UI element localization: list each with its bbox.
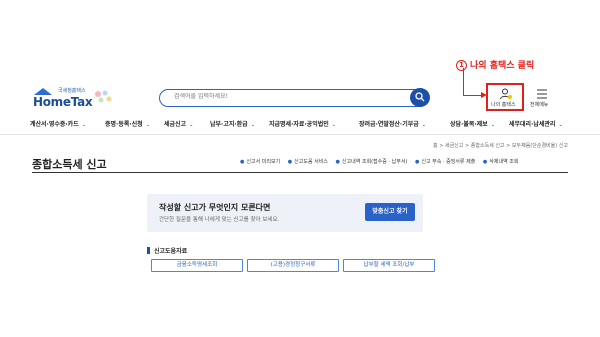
- resources-title: 신고도움자료: [147, 246, 187, 255]
- nav-item-label: 장려금·연말정산·기부금: [359, 121, 419, 128]
- nav-item-tax-agent[interactable]: 세무대리·납세관리 ⌄: [509, 119, 563, 128]
- logo-roof-icon: [34, 88, 52, 95]
- quick-link-submit-documents[interactable]: 신고 부속 · 증빙서류 제출: [415, 158, 475, 165]
- chevron-down-icon: ⌄: [250, 122, 255, 128]
- all-menu-label: 전체메뉴: [530, 102, 549, 108]
- nav-item-label: 증명·등록·신청: [105, 121, 143, 128]
- nav-item-consulting[interactable]: 상담·불복·제보 ⌄: [450, 119, 495, 128]
- quick-link-deleted-history[interactable]: 삭제내역 조회: [483, 158, 518, 165]
- chevron-down-icon: ⌄: [421, 122, 426, 128]
- nav-item-tax-filing[interactable]: 세금신고 ⌄: [164, 119, 193, 128]
- page-title: 종합소득세 신고: [32, 158, 107, 171]
- nav-item-statements[interactable]: 지급명세·자료·공익법인 ⌄: [269, 119, 336, 128]
- chevron-down-icon: ⌄: [558, 122, 563, 128]
- nav-item-label: 계산서·영수증·카드: [30, 121, 79, 128]
- global-nav: 계산서·영수증·카드 ⌄ 증명·등록·신청 ⌄ 세금신고 ⌄ 납부·고지·환급 ⌄ 지급…: [30, 119, 570, 131]
- logo[interactable]: HomeTax: [33, 95, 93, 109]
- guide-subtext: 간단한 질문을 통해 나에게 맞는 신고를 찾아 보세요.: [159, 217, 280, 223]
- nav-item-year-end[interactable]: 장려금·연말정산·기부금 ⌄: [359, 119, 426, 128]
- all-menu-button[interactable]: 전체메뉴: [529, 86, 555, 110]
- nav-item-label: 세금신고: [164, 121, 187, 128]
- guide-heading: 작성할 신고가 무엇인지 모른다면: [159, 203, 271, 212]
- breadcrumb[interactable]: 홈 > 세금신고 > 종합소득세 신고 > 모두채움(단순경비율) 신고: [433, 142, 568, 149]
- filing-guide-box: 작성할 신고가 무엇인지 모른다면 간단한 질문을 통해 나에게 맞는 신고를 …: [147, 194, 423, 232]
- chevron-down-icon: ⌄: [189, 122, 194, 128]
- find-custom-filing-button[interactable]: 맞춤신고 찾기: [365, 203, 415, 221]
- nav-item-label: 지급명세·자료·공익법인: [269, 121, 329, 128]
- my-hometax-button[interactable]: 나의 홈택스: [489, 86, 523, 110]
- logo-decoration-icon: [95, 90, 112, 103]
- nav-item-label: 세무대리·납세관리: [509, 121, 556, 128]
- chevron-down-icon: ⌄: [490, 122, 495, 128]
- nav-item-label: 납부·고지·환급: [210, 121, 248, 128]
- annotation-line-vertical: [463, 68, 464, 95]
- my-hometax-label: 나의 홈택스: [491, 102, 516, 108]
- annotation-text: 나의 홈택스 클릭: [470, 61, 535, 71]
- user-icon: [500, 88, 512, 100]
- annotation-label: 1 나의 홈택스 클릭: [456, 58, 534, 71]
- nav-item-payment[interactable]: 납부·고지·환급 ⌄: [210, 119, 255, 128]
- financial-income-lookup-button[interactable]: 금융소득명세조회: [151, 259, 243, 272]
- title-divider: [32, 172, 568, 173]
- tax-payment-lookup-button[interactable]: 납부할 세액 조회/납부: [343, 259, 435, 272]
- nav-divider: [0, 134, 600, 135]
- chevron-down-icon: ⌄: [81, 122, 86, 128]
- chevron-down-icon: ⌄: [331, 122, 336, 128]
- search-button[interactable]: [410, 88, 430, 107]
- quick-links: 신고서 미리보기 신고도움 서비스 신고내역 조회(접수증 · 납부서) 신고 …: [240, 158, 524, 165]
- quick-link-help-service[interactable]: 신고도움 서비스: [288, 158, 328, 165]
- quick-link-filing-history[interactable]: 신고내역 조회(접수증 · 납부서): [336, 158, 407, 165]
- search-bar: [159, 88, 430, 107]
- nav-item-label: 상담·불복·제보: [450, 121, 488, 128]
- quick-link-preview[interactable]: 신고서 미리보기: [240, 158, 280, 165]
- nav-item-certificates[interactable]: 증명·등록·신청 ⌄: [105, 119, 150, 128]
- correction-claim-docs-button[interactable]: (고용)경정청구서류: [247, 259, 339, 272]
- nav-item-receipts[interactable]: 계산서·영수증·카드 ⌄: [30, 119, 86, 128]
- chevron-down-icon: ⌄: [145, 122, 150, 128]
- search-icon: [415, 92, 425, 102]
- logo-subtitle: 국세청홈택스: [58, 88, 86, 94]
- hamburger-icon: [537, 89, 547, 99]
- search-input[interactable]: [174, 93, 394, 100]
- annotation-number: 1: [456, 60, 467, 71]
